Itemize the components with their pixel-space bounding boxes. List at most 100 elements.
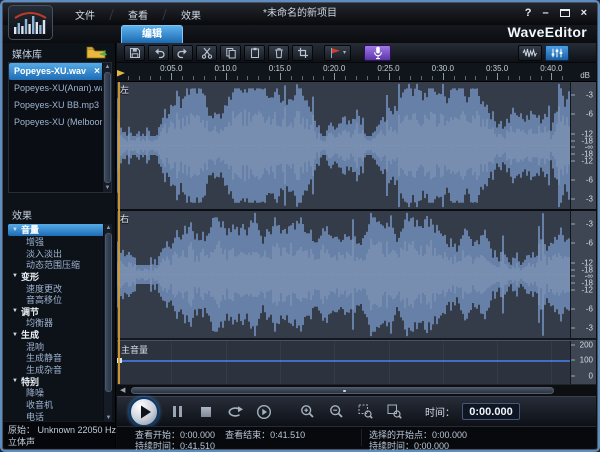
ruler-tick (453, 76, 455, 80)
maximize-button[interactable] (559, 9, 570, 17)
master-volume-lane[interactable]: 主音量 200 100 0 (117, 340, 596, 384)
effect-group-音量[interactable]: ▼ 音量 (8, 224, 112, 236)
effect-group-特别[interactable]: ▼ 特别 (8, 375, 112, 387)
scroll-up-icon[interactable]: ▲ (103, 63, 112, 71)
remove-file-icon[interactable]: × (94, 63, 100, 80)
paste-button[interactable] (244, 44, 265, 61)
flag-dropdown-icon[interactable]: ▾ (343, 49, 346, 56)
selection-duration-value: 0:00.000 (414, 440, 450, 451)
ruler-tick (431, 76, 433, 80)
ruler-time-label: 0:35.0 (485, 64, 509, 73)
effect-item-动态范围压缩[interactable]: 动态范围压缩 (8, 259, 112, 271)
timeline-ruler[interactable]: dB 0:05.0 0:10.0 0:15.0 0:20.0 0:25.0 0:30.0 0… (117, 63, 596, 82)
view-range-status: 查看开始：0:00.000 查看结束：0:41.510 持续时间：0:41.510 (135, 430, 315, 450)
tab-edit[interactable]: 编辑 (121, 25, 183, 43)
close-button[interactable]: × (581, 5, 587, 21)
playhead-marker[interactable] (117, 70, 125, 80)
menu-item-3[interactable]: 效果 (165, 7, 217, 22)
effect-item-增强[interactable]: 增强 (8, 236, 112, 248)
playhead-line[interactable] (118, 82, 120, 384)
effect-label: 生成静音 (26, 353, 63, 364)
delete-button[interactable] (268, 44, 289, 61)
zoom-in-button[interactable] (296, 401, 318, 423)
collapse-arrow-icon[interactable]: ▼ (12, 332, 18, 338)
ruler-tick (551, 73, 553, 80)
effect-item-淡入淡出[interactable]: 淡入淡出 (8, 247, 112, 259)
toolbar: ▾ (117, 43, 596, 63)
collapse-arrow-icon[interactable]: ▼ (12, 227, 18, 233)
effect-item-生成静音[interactable]: 生成静音 (8, 352, 112, 364)
mixer-view-button[interactable] (545, 44, 569, 61)
copy-button[interactable] (220, 44, 241, 61)
cut-button[interactable] (196, 44, 217, 61)
ruler-tick (562, 76, 564, 80)
ruler-tick (442, 73, 444, 80)
media-file-row[interactable]: Popeyes-XU(Anan).wav (9, 80, 111, 97)
scrollbar-thumb[interactable] (105, 233, 112, 392)
effect-item-收音机[interactable]: 收音机 (8, 399, 112, 411)
waveform-right[interactable] (117, 211, 572, 338)
effect-item-均衡器[interactable]: 均衡器 (8, 317, 112, 329)
time-display[interactable]: 0:00.000 (462, 403, 520, 420)
minimize-button[interactable]: – (542, 5, 548, 21)
undo-button[interactable] (148, 44, 169, 61)
waveform-view-button[interactable] (518, 44, 542, 61)
help-button[interactable]: ? (525, 5, 532, 21)
effects-scrollbar[interactable]: ▲ ▼ (103, 224, 112, 422)
import-folder-icon[interactable] (86, 45, 110, 59)
scroll-up-icon[interactable]: ▲ (104, 224, 113, 232)
waveform-channel-left[interactable]: 左 -3 -6 -12 -18 -∞ -18 -12 -6 -3 (117, 82, 596, 209)
horizontal-scrollbar[interactable]: ◀ (117, 384, 596, 396)
ruler-tick (269, 76, 270, 80)
effect-item-音高移位[interactable]: 音高移位 (8, 294, 112, 306)
ruler-tick (171, 73, 173, 80)
effect-group-生成[interactable]: ▼ 生成 (8, 329, 112, 341)
marker-flag-button[interactable]: ▾ (324, 44, 351, 61)
zoom-selection-button[interactable] (354, 401, 376, 423)
effect-item-混响[interactable]: 混响 (8, 340, 112, 352)
waveform-left[interactable] (117, 82, 572, 209)
collapse-arrow-icon[interactable]: ▼ (12, 378, 18, 384)
effect-item-降噪[interactable]: 降噪 (8, 387, 112, 399)
pause-button[interactable] (166, 401, 188, 423)
effect-item-速度更改[interactable]: 速度更改 (8, 282, 112, 294)
trim-button[interactable] (292, 44, 313, 61)
menu-item-1[interactable]: 文件 (59, 7, 111, 22)
db-tick-label: -3 (585, 90, 593, 100)
volume-envelope-line[interactable] (117, 360, 570, 363)
loop-button[interactable] (224, 401, 246, 423)
play-button[interactable] (129, 396, 159, 427)
record-microphone-button[interactable] (364, 44, 391, 61)
menu-item-2[interactable]: 查看 (112, 7, 164, 22)
db-scale-right: -3 -6 -12 -18 -∞ -18 -12 -6 -3 (570, 211, 596, 338)
scroll-down-icon[interactable]: ▼ (103, 184, 112, 192)
effect-label: 生成杂音 (26, 365, 63, 376)
collapse-arrow-icon[interactable]: ▼ (12, 308, 18, 314)
ruler-tick (214, 76, 216, 80)
effect-group-调节[interactable]: ▼ 调节 (8, 305, 112, 317)
ruler-tick (475, 76, 477, 80)
scrollbar-thumb[interactable] (104, 72, 111, 183)
media-list-scrollbar[interactable]: ▲ ▼ (102, 63, 111, 192)
effects-tree: ▼ 音量 增强 淡入淡出 动态范围压缩 ▼ 变形 速度更改 音高移位 ▼ 调节 均衡器 ▼ 生成 混响 生成静… (8, 224, 112, 422)
waveform-channel-right[interactable]: 右 -3 -6 -12 -18 -∞ -18 -12 -6 -3 (117, 211, 596, 338)
grid-line (334, 341, 336, 384)
effect-group-变形[interactable]: ▼ 变形 (8, 271, 112, 283)
stop-button[interactable] (195, 401, 217, 423)
media-file-row[interactable]: Popeyes-XU (Melboorn... (9, 114, 111, 131)
media-file-row[interactable]: Popeyes-XU BB.mp3 (9, 97, 111, 114)
zoom-out-button[interactable] (325, 401, 347, 423)
ruler-tick (301, 76, 303, 80)
media-file-row[interactable]: Popeyes-XU.wav × (9, 63, 111, 80)
zoom-fit-button[interactable] (383, 401, 405, 423)
scrollbar-thumb[interactable] (131, 387, 554, 394)
save-button[interactable] (124, 44, 145, 61)
effect-item-生成杂音[interactable]: 生成杂音 (8, 364, 112, 376)
collapse-arrow-icon[interactable]: ▼ (12, 273, 18, 279)
db-tick-label: -3 (585, 194, 593, 204)
play-selection-button[interactable] (253, 401, 275, 423)
redo-button[interactable] (172, 44, 193, 61)
grid-line (497, 341, 499, 384)
ruler-tick (497, 73, 499, 80)
ruler-time-label: 0:15.0 (268, 64, 292, 73)
